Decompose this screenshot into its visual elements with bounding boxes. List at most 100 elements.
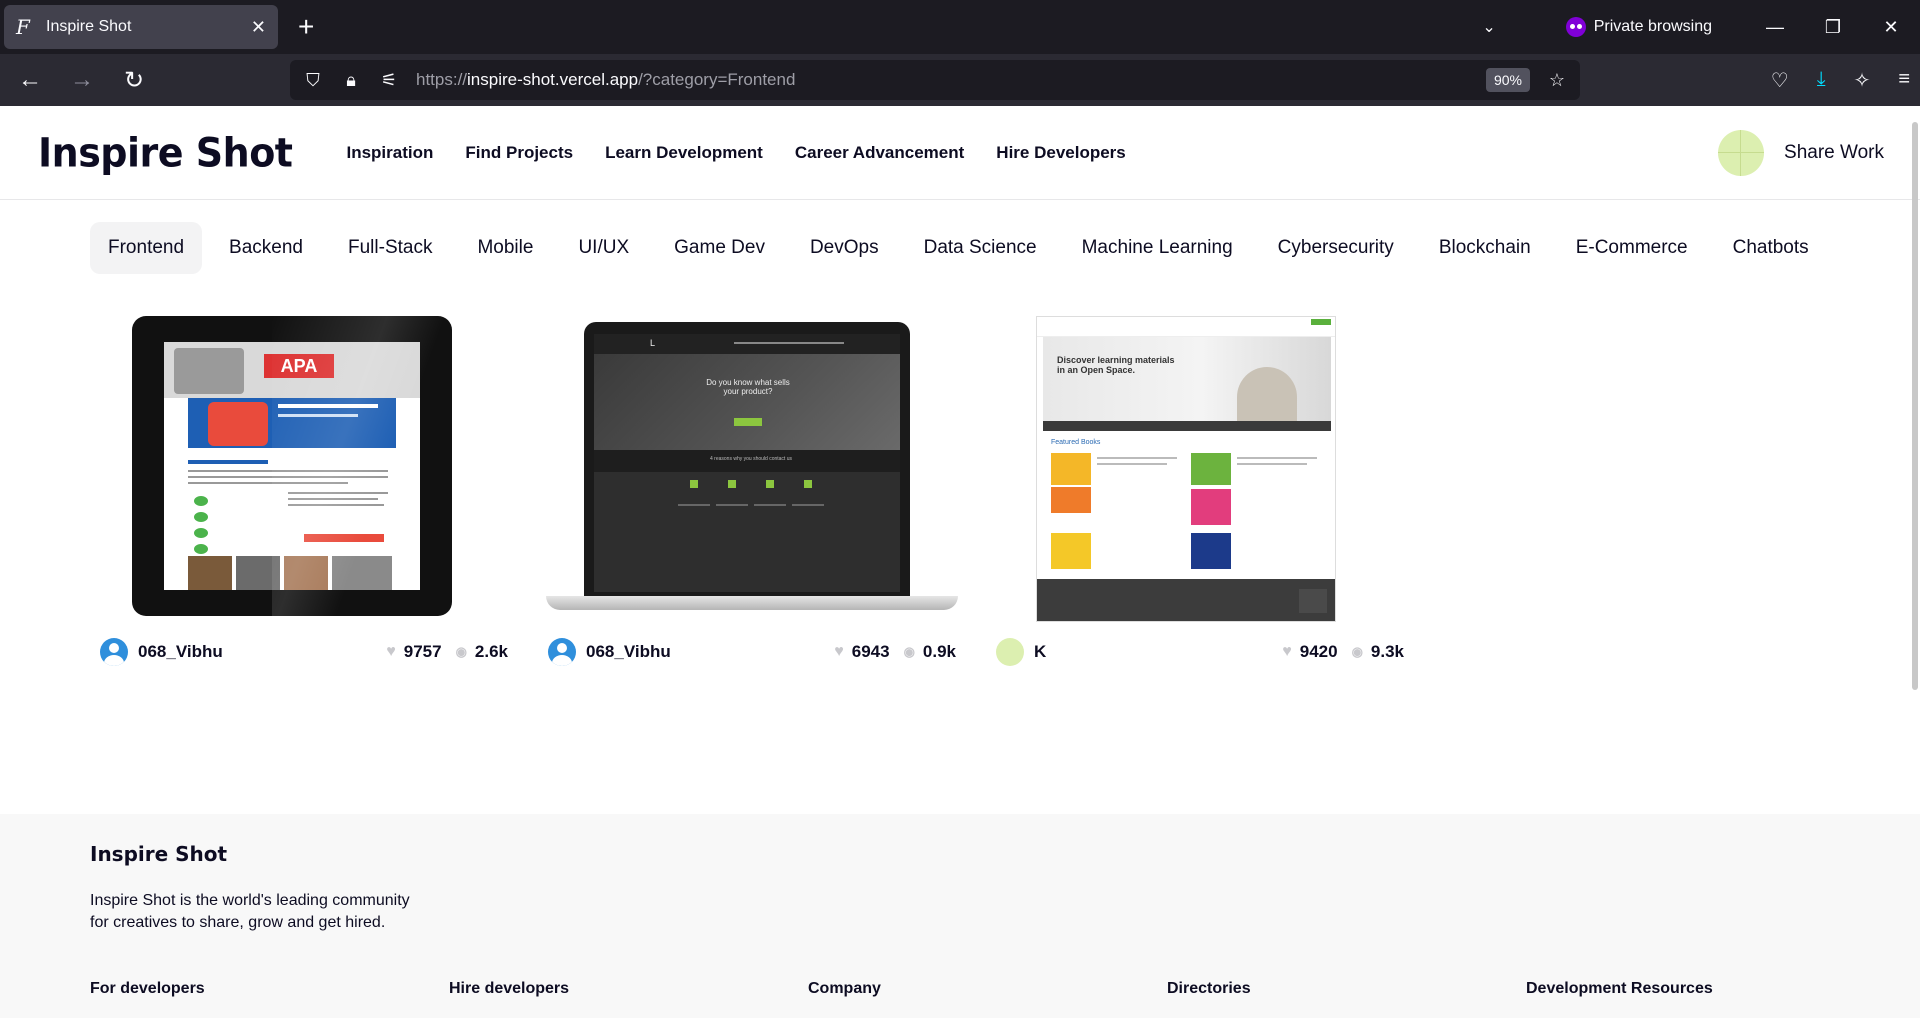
forward-arrow-icon[interactable]: →	[60, 66, 104, 94]
pocket-icon[interactable]: ♡	[1771, 68, 1789, 93]
nav-career-advancement[interactable]: Career Advancement	[795, 143, 964, 163]
author-name[interactable]: K	[1034, 642, 1268, 662]
category-tab-blockchain[interactable]: Blockchain	[1421, 222, 1549, 274]
nav-hire-developers[interactable]: Hire Developers	[996, 143, 1125, 163]
views-stat: ◉ 2.6k	[456, 642, 508, 662]
nav-inspiration[interactable]: Inspiration	[346, 143, 433, 163]
bookmark-star-icon[interactable]: ☆	[1546, 70, 1568, 91]
footer-logo[interactable]: Inspire Shot	[90, 842, 1920, 866]
likes-count: 9420	[1299, 642, 1338, 661]
shield-icon[interactable]: ⛉	[302, 70, 324, 91]
site-logo[interactable]: Inspire Shot	[38, 129, 293, 175]
author-name[interactable]: 068_Vibhu	[586, 642, 820, 662]
footer-heading-development-resources: Development Resources	[1526, 980, 1713, 997]
heart-icon: ♥	[834, 643, 844, 660]
footer-heading-company: Company	[808, 980, 881, 997]
category-tab-frontend[interactable]: Frontend	[90, 222, 203, 274]
author-name[interactable]: 068_Vibhu	[138, 642, 372, 662]
page-scrollbar[interactable]	[1912, 122, 1918, 690]
private-mask-icon	[1565, 17, 1586, 37]
address-bar[interactable]: ⛉ 🔒︎ ⚟ https://inspire-shot.vercel.app/?…	[290, 60, 1580, 100]
share-work-button[interactable]: Share Work	[1784, 142, 1884, 164]
views-count: 0.9k	[922, 642, 956, 661]
main-nav: Inspiration Find Projects Learn Developm…	[346, 143, 1125, 163]
extensions-icon[interactable]: ✧	[1854, 68, 1871, 93]
zoom-level-badge[interactable]: 90%	[1485, 68, 1530, 92]
shot-thumbnail[interactable]: Discover learning materials in an Open S…	[994, 316, 1406, 624]
heart-icon: ♥	[1282, 643, 1292, 660]
permissions-icon[interactable]: ⚟	[378, 70, 400, 91]
views-stat: ◉ 0.9k	[904, 642, 956, 662]
website-screenshot-image: Discover learning materials in an Open S…	[1036, 316, 1336, 622]
author-avatar[interactable]	[996, 638, 1024, 666]
views-count: 2.6k	[474, 642, 508, 661]
likes-stat[interactable]: ♥ 9757	[386, 642, 441, 662]
category-tab-mobile[interactable]: Mobile	[459, 222, 551, 274]
likes-count: 9757	[403, 642, 442, 661]
category-tab-game-dev[interactable]: Game Dev	[656, 222, 783, 274]
minimize-icon[interactable]: —	[1746, 17, 1804, 38]
shot-meta: K ♥ 9420 ◉ 9.3k	[994, 638, 1406, 666]
browser-nav-bar: ← → ↻ ⛉ 🔒︎ ⚟ https://inspire-shot.vercel…	[0, 54, 1920, 106]
site-header: Inspire Shot Inspiration Find Projects L…	[0, 106, 1920, 200]
nav-learn-development[interactable]: Learn Development	[605, 143, 763, 163]
tablet-mockup-image: APA	[132, 316, 452, 616]
views-stat: ◉ 9.3k	[1352, 642, 1404, 662]
views-count: 9.3k	[1370, 642, 1404, 661]
toolbar-icons: ♡ ⤓ ✧ ≡	[1771, 68, 1910, 93]
shot-card[interactable]: APA	[98, 316, 510, 666]
shot-card[interactable]: L Do you know what sells your product? 4…	[546, 316, 958, 666]
eye-icon: ◉	[455, 644, 467, 659]
category-tab-chatbots[interactable]: Chatbots	[1715, 222, 1827, 274]
footer-heading-hire-developers: Hire developers	[449, 980, 570, 997]
reload-icon[interactable]: ↻	[112, 66, 156, 95]
footer-heading-directories: Directories	[1167, 980, 1251, 997]
category-tab-cybersecurity[interactable]: Cybersecurity	[1260, 222, 1412, 274]
category-tab-ui-ux[interactable]: UI/UX	[560, 222, 647, 274]
private-browsing-label: Private browsing	[1593, 18, 1712, 35]
back-arrow-icon[interactable]: ←	[8, 66, 52, 94]
shot-card[interactable]: Discover learning materials in an Open S…	[994, 316, 1406, 666]
lock-icon[interactable]: 🔒︎	[340, 70, 362, 91]
featured-books-label: Featured Books	[1051, 439, 1101, 446]
heart-icon: ♥	[386, 643, 396, 660]
likes-stat[interactable]: ♥ 6943	[834, 642, 889, 662]
author-avatar[interactable]	[548, 638, 576, 666]
downloads-icon[interactable]: ⤓	[1817, 68, 1826, 93]
nav-find-projects[interactable]: Find Projects	[465, 143, 573, 163]
menu-icon[interactable]: ≡	[1898, 68, 1910, 93]
shot-meta: 068_Vibhu ♥ 9757 ◉ 2.6k	[98, 638, 510, 666]
footer-tagline: Inspire Shot is the world's leading comm…	[90, 890, 440, 934]
shot-thumbnail[interactable]: APA	[98, 316, 510, 624]
category-tab-data-science[interactable]: Data Science	[906, 222, 1055, 274]
category-tab-devops[interactable]: DevOps	[792, 222, 897, 274]
close-tab-icon[interactable]: ✕	[251, 17, 266, 38]
user-avatar[interactable]	[1718, 129, 1765, 176]
category-tab-backend[interactable]: Backend	[211, 222, 321, 274]
url-text[interactable]: https://inspire-shot.vercel.app/?categor…	[416, 70, 1470, 90]
likes-stat[interactable]: ♥ 9420	[1282, 642, 1337, 662]
browser-tab-bar: F Inspire Shot ✕ + ⌄ Private browsing — …	[0, 0, 1920, 54]
hero-headline: Do you know what sells your product?	[706, 378, 790, 396]
eye-icon: ◉	[1351, 644, 1363, 659]
window-controls: ⌄ Private browsing — ❐ ✕	[1482, 0, 1920, 54]
header-actions: Share Work	[1718, 129, 1884, 176]
new-tab-icon[interactable]: +	[298, 11, 314, 43]
category-tab-e-commerce[interactable]: E-Commerce	[1558, 222, 1706, 274]
list-tabs-chevron-icon[interactable]: ⌄	[1482, 17, 1495, 37]
laptop-mockup-image: L Do you know what sells your product? 4…	[584, 322, 910, 598]
category-tab-full-stack[interactable]: Full-Stack	[330, 222, 450, 274]
category-tab-machine-learning[interactable]: Machine Learning	[1064, 222, 1251, 274]
shot-meta: 068_Vibhu ♥ 6943 ◉ 0.9k	[546, 638, 958, 666]
footer-tagline-line2: for creatives to share, grow and get hir…	[90, 914, 386, 931]
shot-thumbnail[interactable]: L Do you know what sells your product? 4…	[546, 316, 958, 624]
browser-tab[interactable]: F Inspire Shot ✕	[4, 5, 278, 49]
footer-tagline-line1: Inspire Shot is the world's leading comm…	[90, 892, 410, 909]
author-avatar[interactable]	[100, 638, 128, 666]
tab-title: Inspire Shot	[46, 18, 132, 35]
close-window-icon[interactable]: ✕	[1862, 17, 1920, 38]
site-favicon-icon: F	[16, 15, 30, 39]
shots-grid: APA	[98, 316, 1920, 666]
web-page: Inspire Shot Inspiration Find Projects L…	[0, 106, 1920, 1018]
restore-icon[interactable]: ❐	[1804, 17, 1862, 38]
